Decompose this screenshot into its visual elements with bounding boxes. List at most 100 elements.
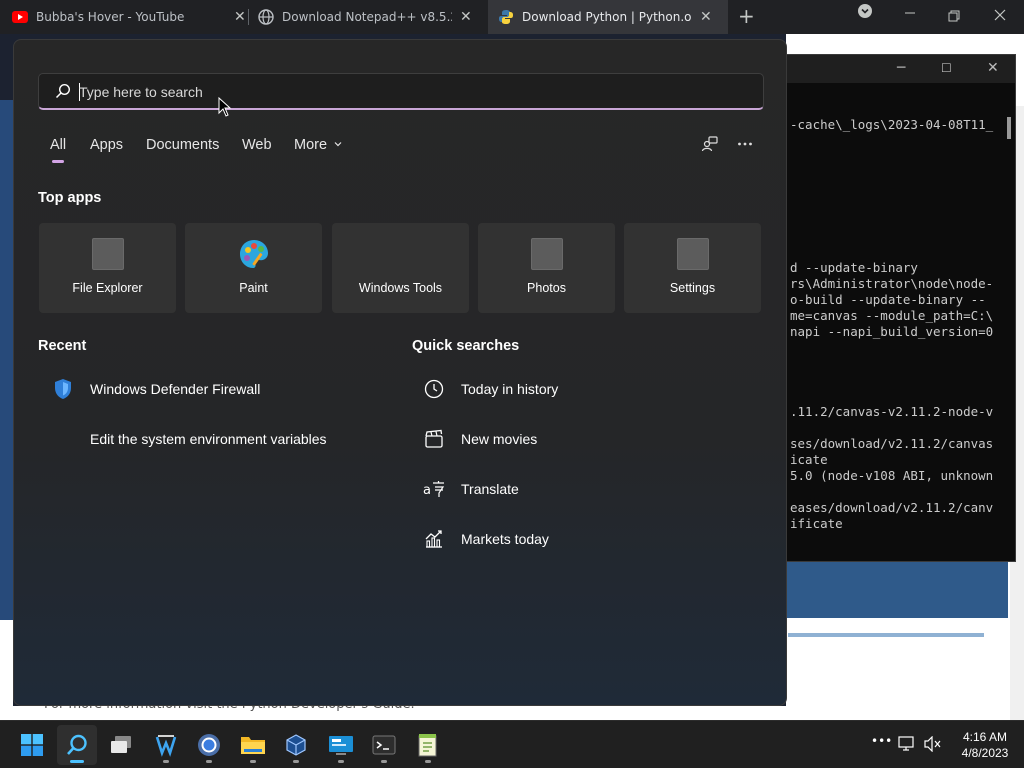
quick-search-new-movies[interactable]: New movies (423, 419, 537, 459)
chrome-icon (198, 734, 220, 756)
folder-icon (241, 737, 265, 754)
page-banner (0, 100, 13, 620)
tab-python[interactable]: Download Python | Python.org ✕ (488, 0, 728, 34)
account-switch-icon[interactable] (701, 135, 719, 153)
start-button[interactable] (12, 725, 52, 765)
taskbar-app-terminal[interactable] (364, 725, 404, 765)
tab-all[interactable]: All (50, 137, 66, 153)
app-tile-paint[interactable]: Paint (185, 223, 322, 313)
close-window-icon[interactable]: ✕ (987, 60, 999, 76)
running-indicator (338, 760, 344, 763)
terminal-line: ses/download/v2.11.2/canvas (790, 436, 994, 451)
running-indicator (163, 760, 169, 763)
taskbar-app-chrome[interactable] (189, 725, 229, 765)
terminal-icon (372, 735, 396, 755)
tab-youtube[interactable]: Bubba's Hover - YouTube ✕ (12, 0, 246, 34)
tab-apps[interactable]: Apps (90, 137, 123, 153)
browser-tab-bar: Bubba's Hover - YouTube ✕ Download Notep… (0, 0, 1024, 34)
app-label: Paint (239, 281, 268, 295)
tab-search-icon[interactable] (858, 4, 872, 22)
search-input[interactable] (79, 81, 739, 103)
python-icon (499, 10, 513, 24)
taskbar-app-remote-desktop[interactable] (321, 725, 361, 765)
terminal-line: .11.2/canvas-v2.11.2-node-v (790, 404, 994, 419)
recent-item-env-vars[interactable]: Edit the system environment variables (52, 419, 327, 459)
taskbar-app-virtualbox[interactable] (276, 725, 316, 765)
tab-notepad[interactable]: Download Notepad++ v8.5.2 | N ✕ (258, 0, 482, 34)
tab-web[interactable]: Web (242, 137, 272, 153)
paint-palette-icon (240, 240, 268, 268)
search-panel: All Apps Documents Web More Top apps Fil… (13, 39, 787, 706)
translate-icon: a (423, 478, 445, 500)
quick-search-today-in-history[interactable]: Today in history (423, 369, 558, 409)
terminal-line: napi --napi_build_version=0 (790, 324, 994, 339)
chevron-down-icon (334, 142, 342, 147)
taskbar-app-notepadpp[interactable] (408, 725, 448, 765)
search-icon (67, 734, 87, 755)
clock-icon (423, 378, 445, 400)
running-indicator (206, 760, 212, 763)
app-tile-settings[interactable]: Settings (624, 223, 761, 313)
tab-documents[interactable]: Documents (146, 137, 219, 153)
control-panel-icon (52, 428, 74, 450)
terminal-titlebar[interactable]: ─ ☐ ✕ (787, 55, 1015, 83)
volume-muted-icon[interactable] (924, 736, 942, 752)
clapperboard-icon (423, 428, 445, 450)
photos-icon (531, 238, 563, 270)
tab-more[interactable]: More (294, 137, 343, 153)
page-banner (786, 562, 1008, 618)
windows-logo-icon (21, 734, 43, 756)
youtube-icon (12, 11, 28, 23)
tab-title: Download Notepad++ v8.5.2 | N (282, 10, 452, 24)
app-label: Settings (669, 281, 716, 295)
terminal-line: me=canvas --module_path=C:\ (790, 308, 994, 323)
app-tile-windows-tools[interactable]: Windows Tools (332, 223, 469, 313)
recent-item-label: Windows Defender Firewall (90, 381, 261, 397)
cube-icon (286, 734, 306, 756)
app-tile-file-explorer[interactable]: File Explorer (39, 223, 176, 313)
minimize-icon[interactable]: ─ (897, 60, 905, 76)
recent-item-firewall[interactable]: Windows Defender Firewall (52, 369, 260, 409)
maximize-icon[interactable]: ☐ (941, 61, 952, 75)
terminal-line: icate (790, 452, 828, 467)
running-indicator (425, 760, 431, 763)
active-indicator (70, 760, 84, 763)
quick-search-markets-today[interactable]: Markets today (423, 519, 549, 559)
terminal-line: -cache\_logs\2023-04-08T11_ (790, 117, 994, 132)
terminal-window[interactable]: ─ ☐ ✕ -cache\_logs\2023-04-08T11_ d --up… (786, 54, 1016, 562)
restore-icon[interactable] (948, 8, 960, 26)
tab-more-label: More (294, 137, 328, 153)
clock-time: 4:16 AM (962, 730, 1008, 744)
terminal-line: eases/download/v2.11.2/canv (790, 500, 994, 515)
new-tab-button[interactable]: + (738, 4, 755, 28)
mouse-cursor-icon (218, 97, 232, 117)
taskbar-app-file-explorer[interactable] (233, 725, 273, 765)
close-window-icon[interactable] (994, 7, 1006, 25)
taskbar-search-button[interactable] (57, 725, 97, 765)
terminal-line: o-build --update-binary -- (790, 292, 986, 307)
task-view-button[interactable] (101, 725, 141, 765)
close-icon[interactable]: ✕ (460, 9, 472, 25)
network-icon[interactable] (898, 736, 916, 752)
minimize-icon[interactable] (904, 2, 916, 20)
shield-icon (52, 378, 74, 400)
recent-title: Recent (38, 338, 87, 354)
quick-search-translate[interactable]: a Translate (423, 469, 519, 509)
clock[interactable]: 4:16 AM 4/8/2023 (950, 729, 1020, 761)
taskbar-app-winsw[interactable] (146, 725, 186, 765)
terminal-line: 5.0 (node-v108 ABI, unknown (790, 468, 994, 483)
terminal-scrollbar[interactable] (1007, 117, 1011, 139)
terminal-line: d --update-binary (790, 260, 918, 275)
settings-icon (677, 238, 709, 270)
app-label: Windows Tools (358, 281, 443, 295)
show-hidden-icons-button[interactable]: ••• (871, 734, 892, 748)
search-box[interactable] (38, 73, 764, 110)
page-divider (788, 633, 984, 637)
running-indicator (381, 760, 387, 763)
close-icon[interactable]: ✕ (234, 9, 246, 25)
app-tile-photos[interactable]: Photos (478, 223, 615, 313)
top-apps-title: Top apps (38, 190, 102, 206)
close-icon[interactable]: ✕ (700, 9, 712, 25)
more-options-icon[interactable] (736, 135, 754, 153)
page-background (0, 620, 13, 720)
